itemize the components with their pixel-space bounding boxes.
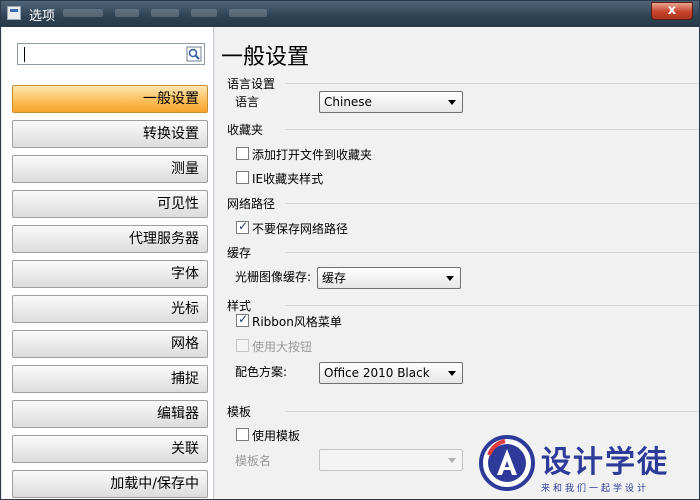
chevron-down-icon xyxy=(448,371,456,376)
text-caret xyxy=(24,47,25,62)
group-divider xyxy=(285,411,699,412)
nav-item-proxy[interactable]: 代理服务器 xyxy=(12,225,208,253)
nav-item-load-save[interactable]: 加载中/保存中 xyxy=(12,470,208,498)
template-name-label: 模板名 xyxy=(235,454,272,468)
app-icon xyxy=(7,6,21,20)
window-title: 选项 xyxy=(29,9,56,24)
raster-cache-dropdown[interactable]: 缓存 xyxy=(317,267,461,289)
group-divider xyxy=(285,83,699,84)
category-sidebar: 一般设置 转换设置 测量 可见性 代理服务器 字体 光标 网格 捕捉 编辑器 关… xyxy=(2,27,214,499)
ribbon-menu-label: Ribbon风格菜单 xyxy=(252,315,342,329)
nav-item-editor[interactable]: 编辑器 xyxy=(12,400,208,428)
nav-item-conversion[interactable]: 转换设置 xyxy=(12,120,208,148)
page-title: 一般设置 xyxy=(221,45,310,70)
use-template-label: 使用模板 xyxy=(252,429,301,443)
nav-item-measure[interactable]: 测量 xyxy=(12,155,208,183)
blurred-title-segment xyxy=(115,9,139,17)
no-save-network-label: 不要保存网络路径 xyxy=(252,222,349,236)
ie-style-checkbox[interactable] xyxy=(236,171,249,184)
group-header-favorites: 收藏夹 xyxy=(227,123,264,137)
nav-item-grid[interactable]: 网格 xyxy=(12,330,208,358)
close-icon: x xyxy=(667,3,677,18)
title-bar[interactable]: 选项 x xyxy=(1,1,699,27)
template-name-dropdown[interactable] xyxy=(319,449,463,471)
group-divider xyxy=(285,203,699,204)
add-open-file-label: 添加打开文件到收藏夹 xyxy=(252,148,373,162)
watermark-logo-icon xyxy=(479,435,535,491)
search-input[interactable] xyxy=(17,43,205,65)
chevron-down-icon xyxy=(446,276,454,281)
add-open-file-checkbox[interactable] xyxy=(236,147,249,160)
checkmark-icon: ✓ xyxy=(238,312,249,326)
nav-item-snap[interactable]: 捕捉 xyxy=(12,365,208,393)
nav-item-visibility[interactable]: 可见性 xyxy=(12,190,208,218)
group-divider xyxy=(285,305,699,306)
chevron-down-icon xyxy=(448,458,456,463)
use-template-checkbox[interactable] xyxy=(236,428,249,441)
blurred-title-segment xyxy=(63,9,103,17)
ie-style-label: IE收藏夹样式 xyxy=(252,172,324,186)
settings-panel: 一般设置 语言设置 语言 Chinese 收藏夹 添加打开文件到收藏夹 IE收藏… xyxy=(215,27,699,499)
search-icon[interactable] xyxy=(186,46,202,62)
watermark-subtext: 来和我们一起学设计 xyxy=(541,484,650,494)
group-header-language: 语言设置 xyxy=(227,77,276,91)
group-divider xyxy=(285,252,699,253)
blurred-title-segment xyxy=(151,9,179,17)
language-label: 语言 xyxy=(235,95,260,109)
large-buttons-label: 使用大按钮 xyxy=(252,340,313,354)
color-scheme-label: 配色方案: xyxy=(235,365,288,379)
group-header-network: 网络路径 xyxy=(227,197,276,211)
options-window: 选项 x 一般设置 转换设置 测量 可见性 代理服务器 字体 光标 网格 捕捉 … xyxy=(0,0,700,500)
blurred-title-segment xyxy=(191,9,217,17)
blurred-title-segment xyxy=(229,9,267,17)
no-save-network-checkbox[interactable]: ✓ xyxy=(236,219,249,234)
checkmark-icon: ✓ xyxy=(238,219,249,233)
nav-item-association[interactable]: 关联 xyxy=(12,435,208,463)
large-buttons-checkbox[interactable] xyxy=(236,339,249,352)
language-dropdown[interactable]: Chinese xyxy=(319,91,463,113)
nav-item-fonts[interactable]: 字体 xyxy=(12,260,208,288)
close-button[interactable]: x xyxy=(651,2,693,20)
chevron-down-icon xyxy=(448,100,456,105)
watermark-text: 设计学徒 xyxy=(541,445,669,480)
color-scheme-dropdown[interactable]: Office 2010 Black xyxy=(319,362,463,384)
nav-item-cursor[interactable]: 光标 xyxy=(12,295,208,323)
group-header-template: 模板 xyxy=(227,405,252,419)
group-header-cache: 缓存 xyxy=(227,246,252,260)
raster-cache-label: 光栅图像缓存: xyxy=(235,270,312,284)
nav-item-general[interactable]: 一般设置 xyxy=(12,85,208,113)
ribbon-menu-checkbox[interactable]: ✓ xyxy=(236,312,249,327)
group-divider xyxy=(285,129,699,130)
